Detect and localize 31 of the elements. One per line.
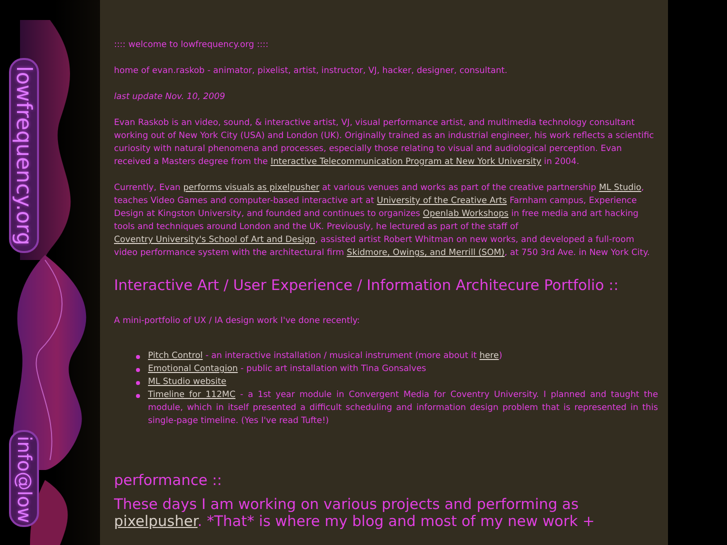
text-link[interactable]: ML Studio: [598, 183, 642, 193]
welcome-text: :::: welcome to lowfrequency.org ::::: [114, 39, 270, 52]
portfolio-item: Emotional Contagion - public art installation with Tina Gonsalves: [148, 363, 426, 376]
bullet-icon: [136, 394, 140, 398]
text-link[interactable]: Pitch Control: [148, 351, 203, 361]
portfolio-item: Timeline for 112MC - a 1st year module in Convergent Media for Coventry University. I planned and taught the module, which in itself presented a difficult scheduling and information design problem that is represented in this single-page timeline. (Yes I've read Tufte!): [148, 389, 658, 428]
text-link[interactable]: Timeline for 112MC: [148, 390, 236, 400]
email-link[interactable]: info@low: [9, 430, 39, 528]
text-link[interactable]: here: [479, 351, 499, 361]
text-link[interactable]: Emotional Contagion: [148, 364, 238, 374]
bio-paragraph: Evan Raskob is an video, sound, & interactive artist, VJ, visual performance artist, and multimedia technology consultant working out of New York City (USA) and London (UK). Originally trained as an industrial engineer, his work reflects a scientific curiosity with natural phenomena and processes, especially those relating to visual and audiological perception. Evan received a Masters degree from the Interactive Telecommunication Program at New York University in 2004.: [114, 117, 655, 169]
performance-paragraph: These days I am working on various projects and performing as pixelpusher. *That* is where my blog and most of my new work +: [114, 496, 596, 530]
text-link[interactable]: Skidmore, Owings, and Merrill (SOM): [346, 248, 505, 258]
last-update-text: last update Nov. 10, 2009: [114, 91, 226, 104]
performance-heading: performance ::: [114, 472, 223, 490]
bio-paragraph: Currently, Evan performs visuals as pixelpusher at various venues and works as part of the creative partnership ML Studio, teaches Video Games and computer-based interactive art at University of the Creative Arts Farnham campus, Experience Design at Kingston University, and founded and continues to organizes Openlab Workshops in free media and art hacking tools and techniques around London and the UK. Previously, he lectured as part of the staff of Coventry University's School of Art and Design, assisted artist Robert Whitman on new works, and developed a full-room video performance system with the architectural firm Skidmore, Owings, and Merrill (SOM), at 750 3rd Ave. in New York City.: [114, 182, 651, 260]
text-link[interactable]: performs visuals as pixelpusher: [183, 183, 320, 193]
portfolio-intro: A mini-portfolio of UX / IA design work I've done recently:: [114, 315, 361, 328]
text-link[interactable]: Coventry University's School of Art and Design: [114, 235, 316, 245]
portfolio-item: Pitch Control - an interactive installation / musical instrument (more about it here): [148, 350, 502, 363]
text-link[interactable]: pixelpusher: [114, 513, 198, 530]
text-link[interactable]: ML Studio website: [148, 377, 226, 387]
site-logo[interactable]: lowfrequency.org: [9, 58, 39, 254]
text-link[interactable]: University of the Creative Arts: [376, 196, 507, 206]
tagline-text: home of evan.raskob - animator, pixelist, artist, instructor, VJ, hacker, designer, consultant.: [114, 65, 508, 78]
bullet-icon: [136, 368, 140, 372]
portfolio-heading: Interactive Art / User Experience / Information Architecure Portfolio ::: [114, 277, 620, 295]
text-link[interactable]: Openlab Workshops: [422, 209, 509, 219]
text-link[interactable]: Interactive Telecommunication Program at New York University: [270, 157, 542, 167]
bullet-icon: [136, 355, 140, 359]
bullet-icon: [136, 381, 140, 385]
